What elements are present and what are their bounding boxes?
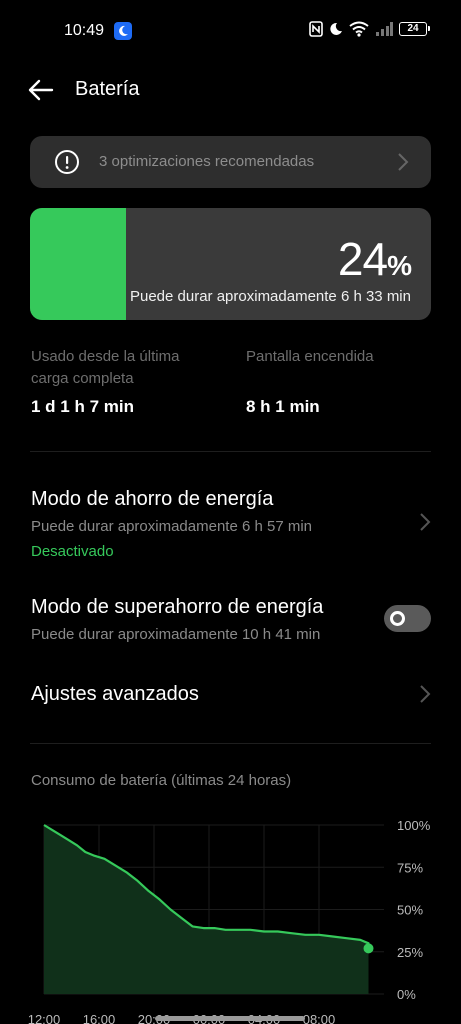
nfc-icon <box>309 21 323 37</box>
battery-status-icon: 24 <box>399 22 430 36</box>
y-tick-label: 25% <box>397 945 423 960</box>
chevron-right-icon <box>398 153 409 171</box>
super-saving-subtitle: Puede durar aproximadamente 10 h 41 min <box>31 626 321 643</box>
advanced-settings-title: Ajustes avanzados <box>31 683 199 705</box>
battery-usage-chart: 100%75%50%25%0%12:0016:0020:0000:0004:00… <box>28 818 431 1024</box>
optimizations-label: 3 optimizaciones recomendadas <box>99 153 315 170</box>
y-tick-label: 100% <box>397 818 431 833</box>
wifi-icon <box>349 21 369 37</box>
current-level-point <box>363 943 374 954</box>
y-tick-label: 75% <box>397 860 423 875</box>
power-saving-subtitle: Puede durar aproximadamente 6 h 57 min <box>31 518 313 535</box>
since-charge-label: Usado desde la última carga completa <box>31 348 180 387</box>
chevron-right-icon <box>420 685 431 703</box>
back-arrow-icon[interactable] <box>28 78 54 102</box>
y-tick-label: 50% <box>397 903 423 918</box>
super-saving-title: Modo de superahorro de energía <box>31 596 324 618</box>
battery-level-fill <box>30 208 126 320</box>
optimizations-banner[interactable]: 3 optimizaciones recomendadas <box>30 136 431 188</box>
status-icons: 24 <box>309 21 430 37</box>
battery-percent: 24% <box>337 233 412 285</box>
home-gesture-bar <box>155 1016 305 1021</box>
screen-on-value: 8 h 1 min <box>246 397 320 416</box>
toggle-knob <box>390 611 405 626</box>
screen-on-label: Pantalla encendida <box>246 348 374 365</box>
super-saving-toggle[interactable] <box>384 605 431 632</box>
divider <box>30 743 431 744</box>
focus-mode-notification-icon <box>114 22 132 40</box>
page-title: Batería <box>75 78 140 100</box>
power-saving-title: Modo de ahorro de energía <box>31 488 274 510</box>
battery-estimate: Puede durar aproximadamente 6 h 33 min <box>129 288 411 305</box>
battery-level-card: 24% Puede durar aproximadamente 6 h 33 m… <box>30 208 431 320</box>
alert-circle-icon <box>55 150 79 174</box>
y-tick-label: 0% <box>397 987 416 1002</box>
since-charge-value: 1 d 1 h 7 min <box>31 397 134 416</box>
power-saving-status: Desactivado <box>31 543 114 560</box>
chart-title: Consumo de batería (últimas 24 horas) <box>31 772 292 789</box>
do-not-disturb-moon-icon <box>330 22 342 35</box>
status-bar: 10:49 24 <box>0 0 461 62</box>
signal-icon <box>376 22 393 36</box>
x-tick-label: 16:00 <box>83 1012 116 1024</box>
x-tick-label: 08:00 <box>303 1012 336 1024</box>
divider <box>30 451 431 452</box>
clock: 10:49 <box>64 22 105 39</box>
x-tick-label: 12:00 <box>28 1012 61 1024</box>
chevron-right-icon <box>420 513 431 531</box>
